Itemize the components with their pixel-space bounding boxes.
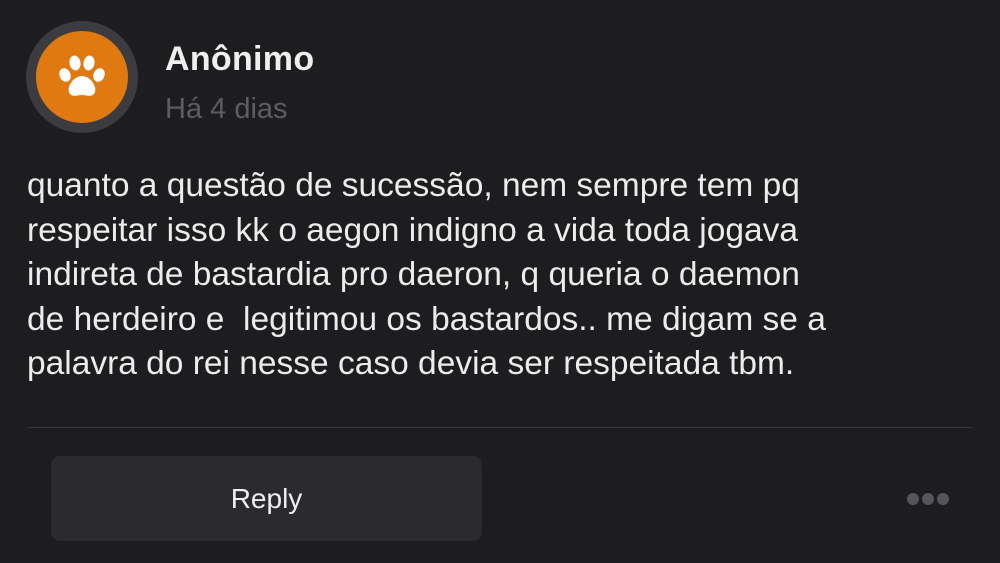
comment-line: indireta de bastardia pro daeron, q quer… <box>27 256 800 293</box>
reply-button-label: Reply <box>230 482 303 514</box>
paw-icon <box>59 55 105 96</box>
more-options-button[interactable] <box>900 482 956 516</box>
comment-line: palavra do rei nesse caso devia ser resp… <box>27 345 795 382</box>
comment-line: respeitar isso kk o aegon indigno a vida… <box>27 211 799 249</box>
comment-line: de herdeiro e legitimou os bastardos.. m… <box>27 300 826 338</box>
author-name[interactable]: Anônimo <box>165 40 314 79</box>
comment-timestamp: Há 4 dias <box>165 93 288 125</box>
divider <box>27 427 973 428</box>
reply-button[interactable]: Reply <box>51 456 482 541</box>
avatar-ring <box>26 21 138 133</box>
more-horizontal-icon <box>907 493 949 505</box>
comment-line: quanto a questão de sucessão, nem sempre… <box>27 167 800 204</box>
comment-body: quanto a questão de sucessão, nem sempre… <box>27 164 977 387</box>
avatar[interactable] <box>36 31 128 123</box>
